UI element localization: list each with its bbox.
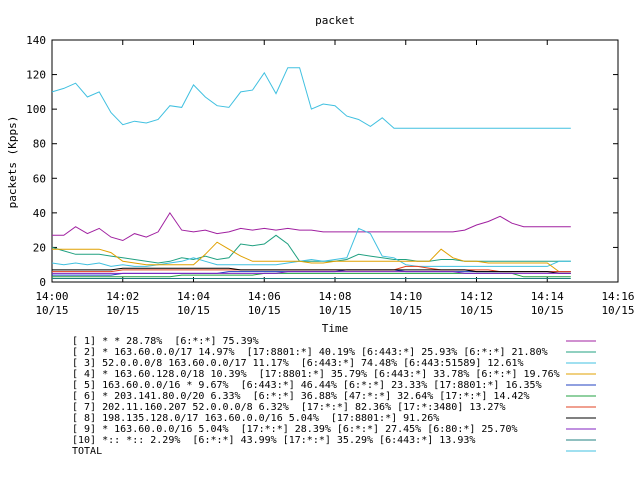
series-line-1 xyxy=(52,211,571,242)
series-line-4 xyxy=(52,241,571,273)
chart-title: packet xyxy=(315,14,355,27)
series-line-6 xyxy=(52,272,571,278)
series-lines xyxy=(51,67,571,279)
x-tick-time: 14:02 xyxy=(106,290,139,303)
series-line-7 xyxy=(52,265,571,273)
series-line-3 xyxy=(51,227,571,267)
x-tick-time: 14:16 xyxy=(601,290,634,303)
x-tick-date: 10/15 xyxy=(531,304,564,317)
x-tick-date: 10/15 xyxy=(460,304,493,317)
x-tick-time: 14:08 xyxy=(318,290,351,303)
x-tick-date: 10/15 xyxy=(318,304,351,317)
legend: [ 1] * * 28.78% [6:*:*] 75.39%[ 2] * 163… xyxy=(72,336,596,457)
y-tick-label: 100 xyxy=(26,103,46,116)
x-tick-time: 14:00 xyxy=(35,290,68,303)
x-axis-label: Time xyxy=(322,322,349,335)
x-axis: 14:0010/1514:0210/1514:0410/1514:0610/15… xyxy=(35,40,635,317)
series-line-2 xyxy=(51,234,571,264)
series-line-11 xyxy=(51,67,571,129)
legend-label: [ 7] 202.11.160.207 52.0.0.0/8 6.32% [17… xyxy=(72,402,505,413)
x-tick-date: 10/15 xyxy=(177,304,210,317)
legend-label: [ 2] * 163.60.0.0/17 14.97% [17:8801:*] … xyxy=(72,347,548,358)
legend-label: [ 6] * 203.141.80.0/20 6.33% [6:*:*] 36.… xyxy=(72,391,530,402)
x-tick-date: 10/15 xyxy=(389,304,422,317)
x-tick-time: 14:14 xyxy=(531,290,564,303)
x-tick-date: 10/15 xyxy=(601,304,634,317)
x-tick-date: 10/15 xyxy=(35,304,68,317)
x-tick-time: 14:04 xyxy=(177,290,210,303)
plot-frame xyxy=(51,39,619,283)
legend-label: TOTAL xyxy=(72,446,102,457)
legend-label: [ 3] 52.0.0.0/8 163.60.0.0/17 11.17% [6:… xyxy=(72,358,524,369)
y-tick-label: 120 xyxy=(26,69,46,82)
legend-label: [ 4] * 163.60.128.0/18 10.39% [17:8801:*… xyxy=(72,369,560,380)
y-tick-label: 20 xyxy=(33,241,46,254)
y-tick-label: 0 xyxy=(39,276,46,289)
legend-label: [ 9] * 163.60.0.0/16 5.04% [17:*:*] 28.3… xyxy=(72,424,518,435)
legend-label: [ 5] 163.60.0.0/16 * 9.67% [6:443:*] 46.… xyxy=(72,380,542,391)
legend-label: [10] *:: *:: 2.29% [6:*:*] 43.99% [17:*:… xyxy=(72,435,475,446)
y-tick-label: 40 xyxy=(33,207,46,220)
y-axis: 0 20 40 60 80 100 120 140 xyxy=(26,34,618,289)
x-tick-time: 14:06 xyxy=(248,290,281,303)
x-tick-time: 14:12 xyxy=(460,290,493,303)
legend-label: [ 8] 198.135.128.0/17 163.60.0.0/16 5.04… xyxy=(72,413,439,424)
legend-label: [ 1] * * 28.78% [6:*:*] 75.39% xyxy=(72,336,259,347)
x-tick-date: 10/15 xyxy=(248,304,281,317)
x-tick-time: 14:10 xyxy=(389,290,422,303)
packet-chart: packet packets (Kpps) Time 0 20 40 60 80 100 1… xyxy=(6,14,635,457)
y-tick-label: 60 xyxy=(33,172,46,185)
y-axis-label: packets (Kpps) xyxy=(6,116,19,209)
y-tick-label: 80 xyxy=(33,138,46,151)
x-tick-date: 10/15 xyxy=(106,304,139,317)
y-tick-label: 140 xyxy=(26,34,46,47)
